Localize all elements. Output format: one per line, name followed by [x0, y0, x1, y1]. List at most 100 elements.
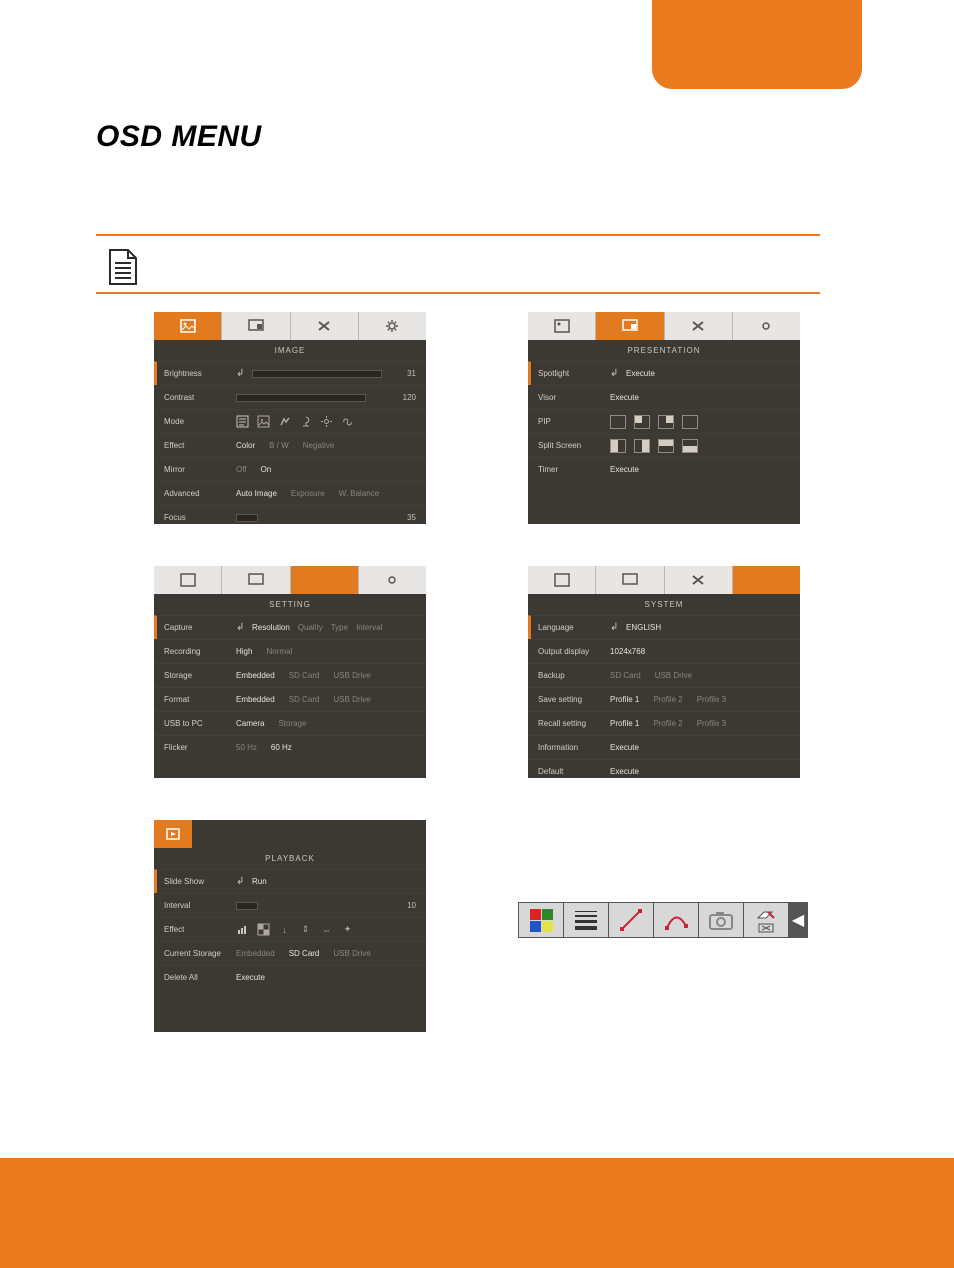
osd-panel-setting: SETTING Capture ↲ Resolution Quality Typ… — [154, 566, 426, 778]
row-format[interactable]: Format EmbeddedSD CardUSB Drive — [154, 687, 426, 711]
document-icon — [106, 248, 140, 286]
mode-motion-icon[interactable] — [278, 415, 291, 428]
effect-cross-icon[interactable]: ✦ — [341, 923, 354, 936]
tab-system[interactable] — [358, 312, 426, 340]
row-mirror[interactable]: Mirror Off On — [154, 457, 426, 481]
panel-title: PRESENTATION — [528, 340, 800, 361]
row-spotlight[interactable]: Spotlight ↲ Execute — [528, 361, 800, 385]
osd-panel-system: SYSTEM Language ↲ ENGLISH Output display… — [528, 566, 800, 778]
split-right-icon[interactable] — [634, 439, 650, 453]
camera-icon[interactable] — [699, 903, 744, 937]
split-top-icon[interactable] — [658, 439, 674, 453]
line-tool-icon[interactable] — [609, 903, 654, 937]
pip-br-icon[interactable] — [682, 415, 698, 429]
row-effect[interactable]: Effect Color B / W Negative — [154, 433, 426, 457]
page-footer-band — [0, 1158, 954, 1268]
enter-icon: ↲ — [610, 368, 622, 379]
panel-title: PLAYBACK — [154, 848, 426, 869]
enter-icon: ↲ — [236, 876, 248, 887]
row-output-display[interactable]: Output display 1024x768 — [528, 639, 800, 663]
delete-x-icon — [758, 923, 774, 933]
focus-slider[interactable] — [236, 514, 258, 522]
curve-tool-icon[interactable] — [654, 903, 699, 937]
tab-presentation[interactable] — [595, 312, 663, 340]
row-slideshow[interactable]: Slide Show ↲ Run — [154, 869, 426, 893]
mode-text-icon[interactable] — [236, 415, 249, 428]
row-visor[interactable]: Visor Execute — [528, 385, 800, 409]
mode-infinity-icon[interactable] — [341, 415, 354, 428]
tab-setting[interactable] — [290, 566, 358, 594]
split-bottom-icon[interactable] — [682, 439, 698, 453]
pip-tl-icon[interactable] — [634, 415, 650, 429]
split-left-icon[interactable] — [610, 439, 626, 453]
page-corner-tab — [652, 0, 862, 89]
enter-icon: ↲ — [236, 622, 248, 633]
row-language[interactable]: Language ↲ ENGLISH — [528, 615, 800, 639]
row-pip[interactable]: PIP — [528, 409, 800, 433]
interval-slider[interactable] — [236, 902, 258, 910]
row-flicker[interactable]: Flicker 50 Hz60 Hz — [154, 735, 426, 759]
tab-presentation[interactable] — [595, 566, 663, 594]
row-brightness[interactable]: Brightness ↲ 31 — [154, 361, 426, 385]
page-title: OSD MENU — [96, 120, 262, 154]
row-storage[interactable]: Storage EmbeddedSD CardUSB Drive — [154, 663, 426, 687]
row-capture[interactable]: Capture ↲ Resolution Quality Type Interv… — [154, 615, 426, 639]
row-information[interactable]: Information Execute — [528, 735, 800, 759]
pip-bl-icon[interactable] — [610, 415, 626, 429]
enter-icon: ↲ — [610, 622, 622, 633]
row-interval[interactable]: Interval 10 — [154, 893, 426, 917]
row-timer[interactable]: Timer Execute — [528, 457, 800, 481]
tab-image[interactable] — [154, 566, 221, 594]
line-weight-icon[interactable] — [564, 903, 609, 937]
tab-image[interactable] — [154, 312, 221, 340]
tab-setting[interactable] — [290, 312, 358, 340]
brightness-slider[interactable] — [252, 370, 382, 378]
row-contrast[interactable]: Contrast 120 — [154, 385, 426, 409]
row-split-screen[interactable]: Split Screen — [528, 433, 800, 457]
row-mode[interactable]: Mode — [154, 409, 426, 433]
section-divider — [96, 234, 820, 294]
tab-setting[interactable] — [664, 312, 732, 340]
tab-presentation[interactable] — [221, 566, 289, 594]
osd-panel-image: IMAGE Brightness ↲ 31 Contrast 120 Mode … — [154, 312, 426, 524]
mode-microscope-icon[interactable] — [299, 415, 312, 428]
tab-image[interactable] — [528, 566, 595, 594]
osd-panel-presentation: PRESENTATION Spotlight ↲ Execute Visor E… — [528, 312, 800, 524]
row-recording[interactable]: Recording HighNormal — [154, 639, 426, 663]
row-delete-all[interactable]: Delete All Execute — [154, 965, 426, 989]
row-effect[interactable]: Effect ↓ ⇕ ⇔ ✦ — [154, 917, 426, 941]
eraser-icon[interactable] — [744, 903, 789, 937]
tab-system[interactable] — [358, 566, 426, 594]
row-recall-setting[interactable]: Recall setting Profile 1Profile 2Profile… — [528, 711, 800, 735]
tab-setting[interactable] — [664, 566, 732, 594]
pip-tr-icon[interactable] — [658, 415, 674, 429]
effect-bars-icon[interactable] — [236, 923, 249, 936]
panel-title: SETTING — [154, 594, 426, 615]
row-focus[interactable]: Focus 35 — [154, 505, 426, 529]
effect-checker-icon[interactable] — [257, 923, 270, 936]
annotation-toolbar: ◀ — [518, 902, 808, 938]
panel-title: SYSTEM — [528, 594, 800, 615]
osd-panel-playback: PLAYBACK Slide Show ↲ Run Interval 10 Ef… — [154, 820, 426, 1032]
contrast-slider[interactable] — [236, 394, 366, 402]
row-backup[interactable]: Backup SD CardUSB Drive — [528, 663, 800, 687]
mode-photo-icon[interactable] — [257, 415, 270, 428]
row-advanced[interactable]: Advanced Auto Image Exposure W. Balance — [154, 481, 426, 505]
enter-icon: ↲ — [236, 368, 248, 379]
row-default[interactable]: Default Execute — [528, 759, 800, 783]
collapse-arrow-icon[interactable]: ◀ — [789, 903, 807, 937]
effect-split-v-icon[interactable]: ⇕ — [299, 923, 312, 936]
tab-image[interactable] — [528, 312, 595, 340]
tab-playback[interactable] — [154, 820, 192, 848]
mode-macro-icon[interactable] — [320, 415, 333, 428]
tab-presentation[interactable] — [221, 312, 289, 340]
row-usb-to-pc[interactable]: USB to PC CameraStorage — [154, 711, 426, 735]
effect-split-h-icon[interactable]: ⇔ — [320, 923, 333, 936]
tab-system[interactable] — [732, 566, 800, 594]
row-current-storage[interactable]: Current Storage EmbeddedSD CardUSB Drive — [154, 941, 426, 965]
effect-down-icon[interactable]: ↓ — [278, 923, 291, 936]
color-swatch-icon[interactable] — [519, 903, 564, 937]
row-save-setting[interactable]: Save setting Profile 1Profile 2Profile 3 — [528, 687, 800, 711]
panel-title: IMAGE — [154, 340, 426, 361]
tab-system[interactable] — [732, 312, 800, 340]
